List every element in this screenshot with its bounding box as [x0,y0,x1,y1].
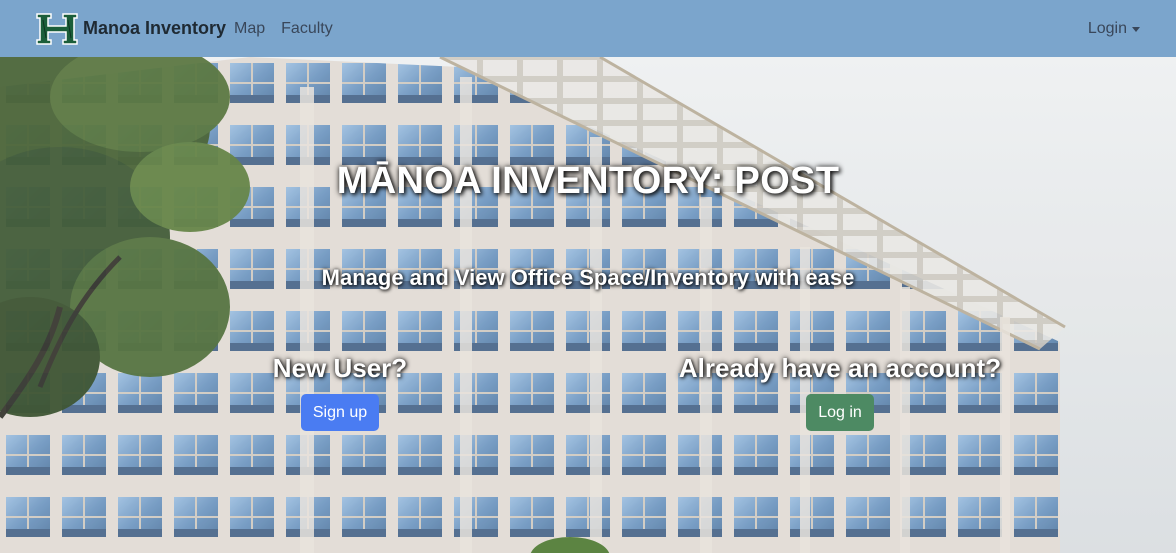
login-dropdown[interactable]: Login [1088,0,1140,57]
nav-link-map[interactable]: Map [234,20,265,38]
hero-section: MĀNOA INVENTORY: POST Manage and View Of… [0,57,1176,553]
existing-user-panel: Already have an account? Log in [660,353,1020,431]
sign-up-button[interactable]: Sign up [300,394,380,431]
brand-link[interactable]: Manoa Inventory [35,12,226,46]
login-label: Login [1087,19,1127,37]
new-user-panel: New User? Sign up [160,353,520,431]
log-in-button[interactable]: Log in [806,394,874,431]
nav-link-faculty[interactable]: Faculty [281,20,333,38]
existing-user-heading: Already have an account? [678,353,1002,383]
navbar: Manoa Inventory Map Faculty Login [0,0,1176,57]
manoa-h-logo-icon [36,12,78,45]
brand-title: Manoa Inventory [83,18,227,38]
building-background-image [0,57,1176,553]
new-user-heading: New User? [272,353,408,383]
caret-down-icon [1132,27,1140,32]
hero-subtitle: Manage and View Office Space/Inventory w… [321,265,855,290]
hero-title: MĀNOA INVENTORY: POST [336,160,840,202]
